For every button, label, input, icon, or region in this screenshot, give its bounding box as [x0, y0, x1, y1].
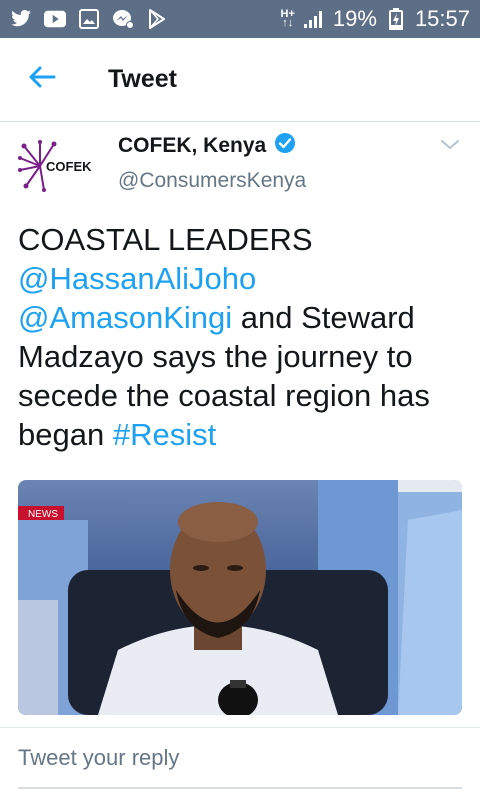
hashtag-resist[interactable]: #Resist	[113, 417, 216, 452]
mention-hassanalijoho[interactable]: @HassanAliJoho	[18, 261, 256, 296]
status-bar: H+ ↑↓ 19% 15:57	[0, 0, 480, 38]
back-button[interactable]	[0, 38, 84, 122]
mention-amasonkingi[interactable]: @AmasonKingi	[18, 300, 232, 335]
twitter-icon	[10, 9, 32, 29]
reply-input[interactable]: Tweet your reply	[18, 745, 462, 789]
status-bar-notifications	[10, 9, 168, 29]
tweet-text-line1: COASTAL LEADERS	[18, 222, 313, 257]
tweet-author[interactable]: COFEK, Kenya @ConsumersKenya	[118, 132, 306, 193]
battery-percent: 19%	[332, 6, 377, 31]
back-arrow-icon	[28, 65, 56, 94]
app-bar: Tweet	[0, 38, 480, 122]
verified-badge-icon	[274, 132, 296, 159]
author-handle: @ConsumersKenya	[118, 169, 307, 192]
reply-divider	[0, 727, 480, 728]
messenger-icon	[112, 9, 134, 29]
status-bar-system: H+ ↑↓ 19% 15:57	[281, 6, 470, 32]
network-type: H+ ↑↓	[280, 8, 295, 29]
news-badge: NEWS	[28, 509, 58, 520]
youtube-icon	[44, 9, 66, 29]
author-display-name: COFEK, Kenya	[118, 133, 267, 157]
page-title: Tweet	[108, 65, 177, 93]
author-name-row: COFEK, Kenya	[118, 132, 306, 159]
gallery-icon	[78, 9, 100, 29]
avatar[interactable]: COFEK	[18, 136, 100, 196]
tweet-text: COASTAL LEADERS @HassanAliJoho @AmasonKi…	[18, 220, 468, 454]
tweet-media-photo[interactable]: NEWS	[18, 480, 462, 715]
clock: 15:57	[414, 6, 470, 31]
battery-charging-icon	[385, 8, 407, 30]
tweet-menu-chevron-icon[interactable]	[438, 134, 462, 154]
photo-illustration: NEWS	[18, 480, 462, 715]
tweet-header: COFEK COFEK, Kenya @ConsumersKenya	[0, 122, 480, 212]
playstore-icon	[146, 9, 168, 29]
svg-text:COFEK: COFEK	[46, 159, 92, 174]
signal-icon	[303, 9, 325, 29]
